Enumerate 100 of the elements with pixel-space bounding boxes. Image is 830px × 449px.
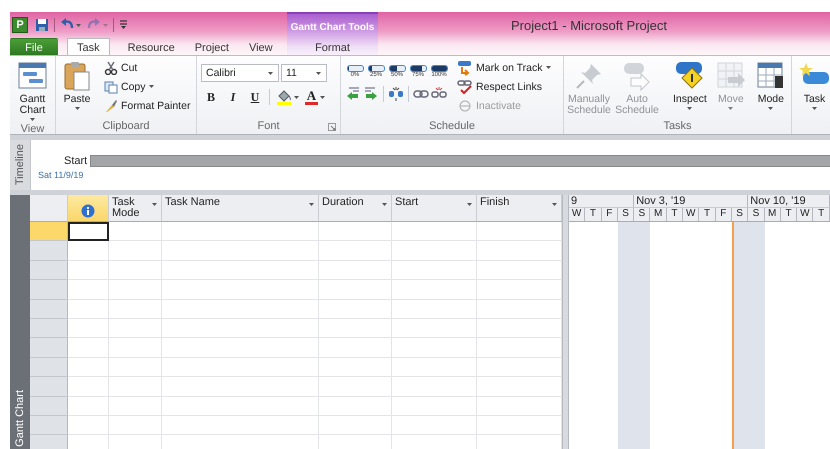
table-cell[interactable] xyxy=(477,338,562,358)
table-cell[interactable] xyxy=(477,222,562,242)
table-cell[interactable] xyxy=(162,338,319,358)
table-cell[interactable] xyxy=(68,377,109,397)
table-cell[interactable] xyxy=(319,416,392,436)
table-cell[interactable] xyxy=(392,358,477,378)
table-cell[interactable] xyxy=(319,300,392,319)
mode-button[interactable]: Mode xyxy=(752,58,790,120)
table-cell[interactable] xyxy=(162,300,319,319)
table-cell[interactable] xyxy=(109,318,162,338)
table-cell[interactable] xyxy=(477,377,562,397)
table-cell[interactable] xyxy=(162,280,319,300)
table-cell[interactable] xyxy=(392,318,477,338)
copy-button[interactable]: Copy xyxy=(102,77,192,96)
table-cell[interactable] xyxy=(162,222,319,242)
column-header[interactable] xyxy=(68,195,109,222)
table-cell[interactable] xyxy=(392,416,477,436)
table-cell[interactable] xyxy=(109,377,162,397)
table-cell[interactable] xyxy=(109,300,162,319)
table-cell[interactable] xyxy=(68,280,109,300)
row-header[interactable] xyxy=(30,280,68,300)
inspect-button[interactable]: Inspect xyxy=(670,58,710,120)
table-cell[interactable] xyxy=(162,416,319,436)
table-cell[interactable] xyxy=(162,318,319,338)
ribbon-tab[interactable]: Project xyxy=(184,38,239,55)
table-cell[interactable] xyxy=(477,280,562,300)
table-cell[interactable] xyxy=(319,241,392,261)
column-header[interactable]: Duration xyxy=(319,195,392,222)
column-header[interactable]: Task Name xyxy=(162,195,319,222)
table-cell[interactable] xyxy=(162,241,319,261)
table-cell[interactable] xyxy=(68,396,109,416)
ribbon-tab[interactable]: Format xyxy=(305,38,360,55)
table-cell[interactable] xyxy=(319,280,392,300)
table-cell[interactable] xyxy=(477,241,562,261)
table-cell[interactable] xyxy=(68,358,109,378)
format-painter-button[interactable]: Format Painter xyxy=(102,96,192,115)
table-cell[interactable] xyxy=(68,260,109,280)
table-cell[interactable] xyxy=(392,377,477,397)
table-cell[interactable] xyxy=(392,300,477,319)
table-cell[interactable] xyxy=(68,416,109,436)
row-header[interactable] xyxy=(30,377,68,397)
table-cell[interactable] xyxy=(319,358,392,378)
cut-button[interactable]: Cut xyxy=(102,58,192,77)
paste-button[interactable]: Paste xyxy=(58,58,96,120)
table-cell[interactable] xyxy=(477,416,562,436)
row-header[interactable] xyxy=(30,260,68,280)
table-cell[interactable] xyxy=(392,396,477,416)
row-header[interactable] xyxy=(30,318,68,338)
table-cell[interactable] xyxy=(162,396,319,416)
pane-splitter[interactable] xyxy=(562,195,569,449)
italic-button[interactable]: I xyxy=(223,87,243,107)
table-cell[interactable] xyxy=(68,338,109,358)
table-cell[interactable] xyxy=(319,318,392,338)
column-header[interactable]: Start xyxy=(392,195,477,222)
split-task-button[interactable] xyxy=(388,84,404,104)
table-cell[interactable] xyxy=(109,222,162,242)
task-button[interactable]: Task xyxy=(796,58,830,120)
active-cell[interactable] xyxy=(68,222,109,242)
row-header[interactable] xyxy=(30,358,68,378)
underline-button[interactable]: U xyxy=(245,87,265,107)
font-size-dropdown[interactable]: 11 xyxy=(281,64,327,82)
gantt-chart-button[interactable]: Gantt Chart xyxy=(12,58,53,123)
bold-button[interactable]: B xyxy=(201,87,221,107)
respect-links-button[interactable]: Respect Links xyxy=(455,77,544,96)
table-cell[interactable] xyxy=(319,222,392,242)
font-name-dropdown[interactable]: Calibri xyxy=(201,64,279,82)
table-cell[interactable] xyxy=(477,396,562,416)
table-cell[interactable] xyxy=(109,338,162,358)
column-header[interactable]: Finish xyxy=(477,195,562,222)
table-cell[interactable] xyxy=(109,241,162,261)
table-cell[interactable] xyxy=(319,260,392,280)
table-cell[interactable] xyxy=(392,338,477,358)
row-header[interactable] xyxy=(30,300,68,319)
table-cell[interactable] xyxy=(162,358,319,378)
table-cell[interactable] xyxy=(392,260,477,280)
table-cell[interactable] xyxy=(68,318,109,338)
table-cell[interactable] xyxy=(68,241,109,261)
mark-on-track-button[interactable]: Mark on Track xyxy=(455,58,553,77)
table-cell[interactable] xyxy=(392,280,477,300)
column-header[interactable]: Task Mode xyxy=(109,195,162,222)
table-cell[interactable] xyxy=(477,260,562,280)
table-cell[interactable] xyxy=(319,338,392,358)
table-cell[interactable] xyxy=(392,222,477,242)
file-tab[interactable]: File xyxy=(10,38,58,55)
table-cell[interactable] xyxy=(109,280,162,300)
table-cell[interactable] xyxy=(109,416,162,436)
table-cell[interactable] xyxy=(477,318,562,338)
table-cell[interactable] xyxy=(477,358,562,378)
ribbon-tab[interactable]: View xyxy=(238,38,283,55)
table-cell[interactable] xyxy=(477,300,562,319)
table-cell[interactable] xyxy=(319,396,392,416)
table-cell[interactable] xyxy=(109,358,162,378)
ribbon-tab[interactable]: Resource xyxy=(118,38,185,55)
row-header[interactable] xyxy=(30,338,68,358)
table-cell[interactable] xyxy=(109,396,162,416)
row-header[interactable] xyxy=(30,435,68,449)
table-cell[interactable] xyxy=(109,260,162,280)
row-header[interactable] xyxy=(30,396,68,416)
table-cell[interactable] xyxy=(162,260,319,280)
table-cell[interactable] xyxy=(392,241,477,261)
